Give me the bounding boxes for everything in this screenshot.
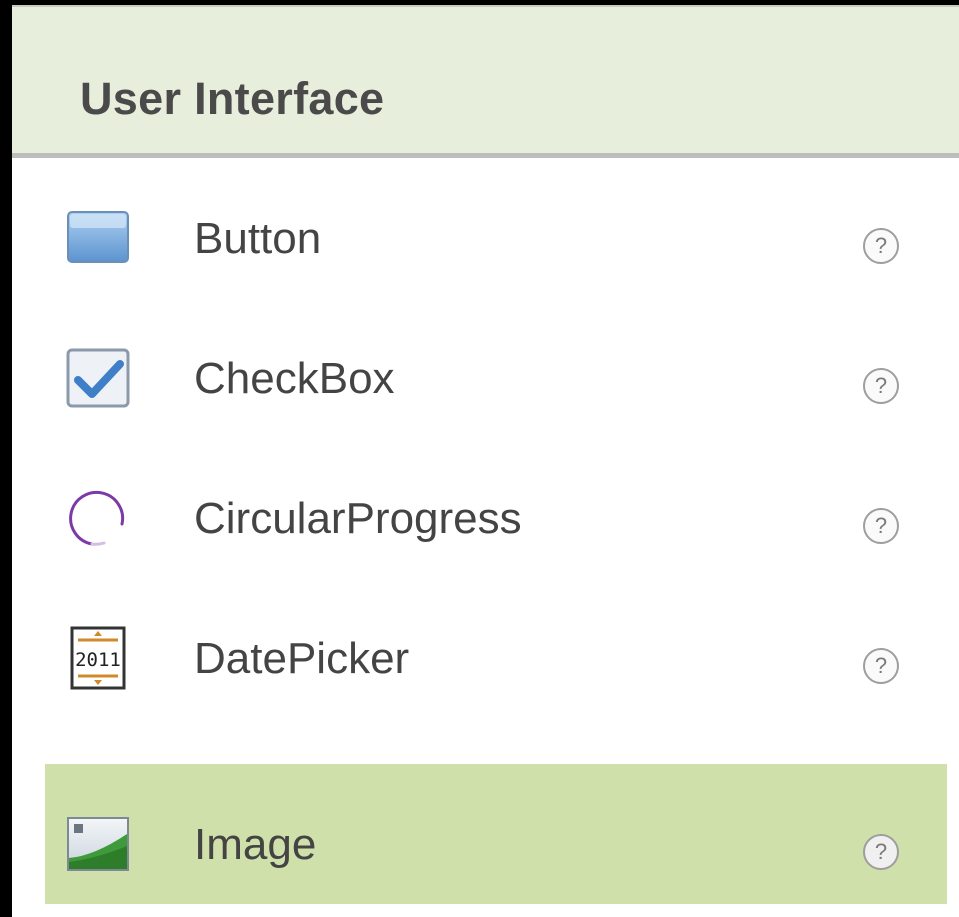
palette-item-button[interactable]: Button ?	[12, 158, 959, 298]
palette-item-checkbox[interactable]: CheckBox ?	[12, 298, 959, 438]
palette-item-list: Button ? CheckBox ? CircularProgress ? 2…	[12, 158, 959, 917]
palette-item-circular-progress[interactable]: CircularProgress ?	[12, 438, 959, 578]
date-picker-icon: 2011	[64, 626, 132, 690]
palette-item-label: CircularProgress	[194, 494, 522, 543]
palette-item-date-picker[interactable]: 2011 DatePicker ?	[12, 578, 959, 718]
circular-progress-icon	[64, 486, 132, 550]
help-icon[interactable]: ?	[863, 228, 899, 264]
button-icon	[64, 206, 132, 270]
help-icon[interactable]: ?	[863, 834, 899, 870]
checkbox-icon	[64, 346, 132, 410]
palette-item-label: CheckBox	[194, 354, 395, 403]
palette-category-header[interactable]: User Interface	[12, 5, 959, 158]
palette-item-label: DatePicker	[194, 634, 410, 683]
palette-category-title: User Interface	[80, 73, 385, 124]
palette-item-image[interactable]: Image ?	[45, 764, 947, 904]
palette-item-label: Image	[194, 820, 317, 869]
date-picker-icon-text: 2011	[75, 649, 121, 671]
palette-item-label: Button	[194, 214, 322, 263]
component-palette: User Interface Button ? CheckBox ? Circu…	[0, 0, 959, 917]
help-icon[interactable]: ?	[863, 508, 899, 544]
help-icon[interactable]: ?	[863, 368, 899, 404]
help-icon[interactable]: ?	[863, 648, 899, 684]
image-icon	[64, 812, 132, 876]
